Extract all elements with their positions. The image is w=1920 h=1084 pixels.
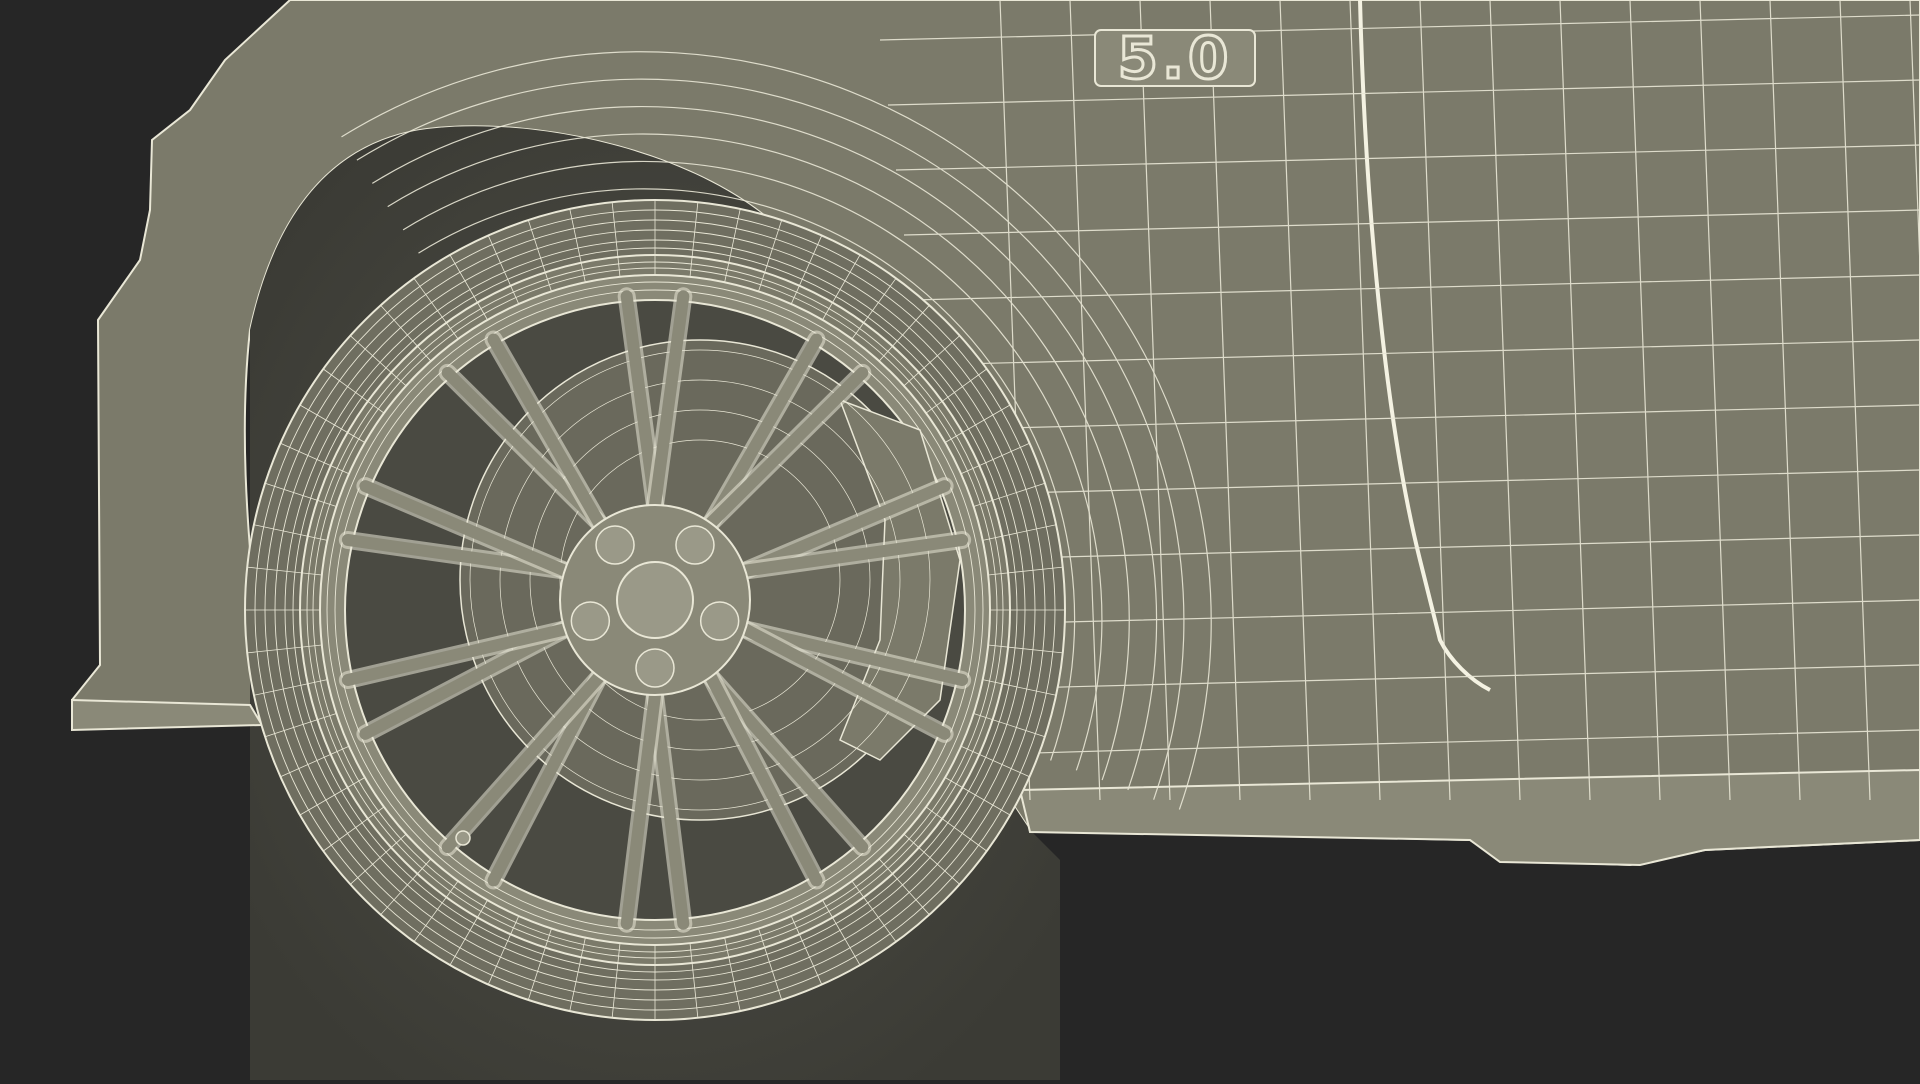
center-cap: [617, 562, 693, 638]
car-wireframe-svg: 5.0: [0, 0, 1920, 1080]
wheel-assembly: [245, 200, 1065, 1020]
wireframe-render-viewport: 5.0: [0, 0, 1920, 1080]
valve-stem: [456, 831, 470, 845]
badge-label: 5.0: [1118, 24, 1233, 92]
front-bumper-lip: [72, 700, 262, 730]
lug-nut: [676, 526, 714, 564]
lug-nut: [636, 649, 674, 687]
lug-nut: [701, 602, 739, 640]
lug-nut: [571, 602, 609, 640]
badge-emblem: 5.0: [1095, 24, 1255, 92]
lug-nut: [596, 526, 634, 564]
